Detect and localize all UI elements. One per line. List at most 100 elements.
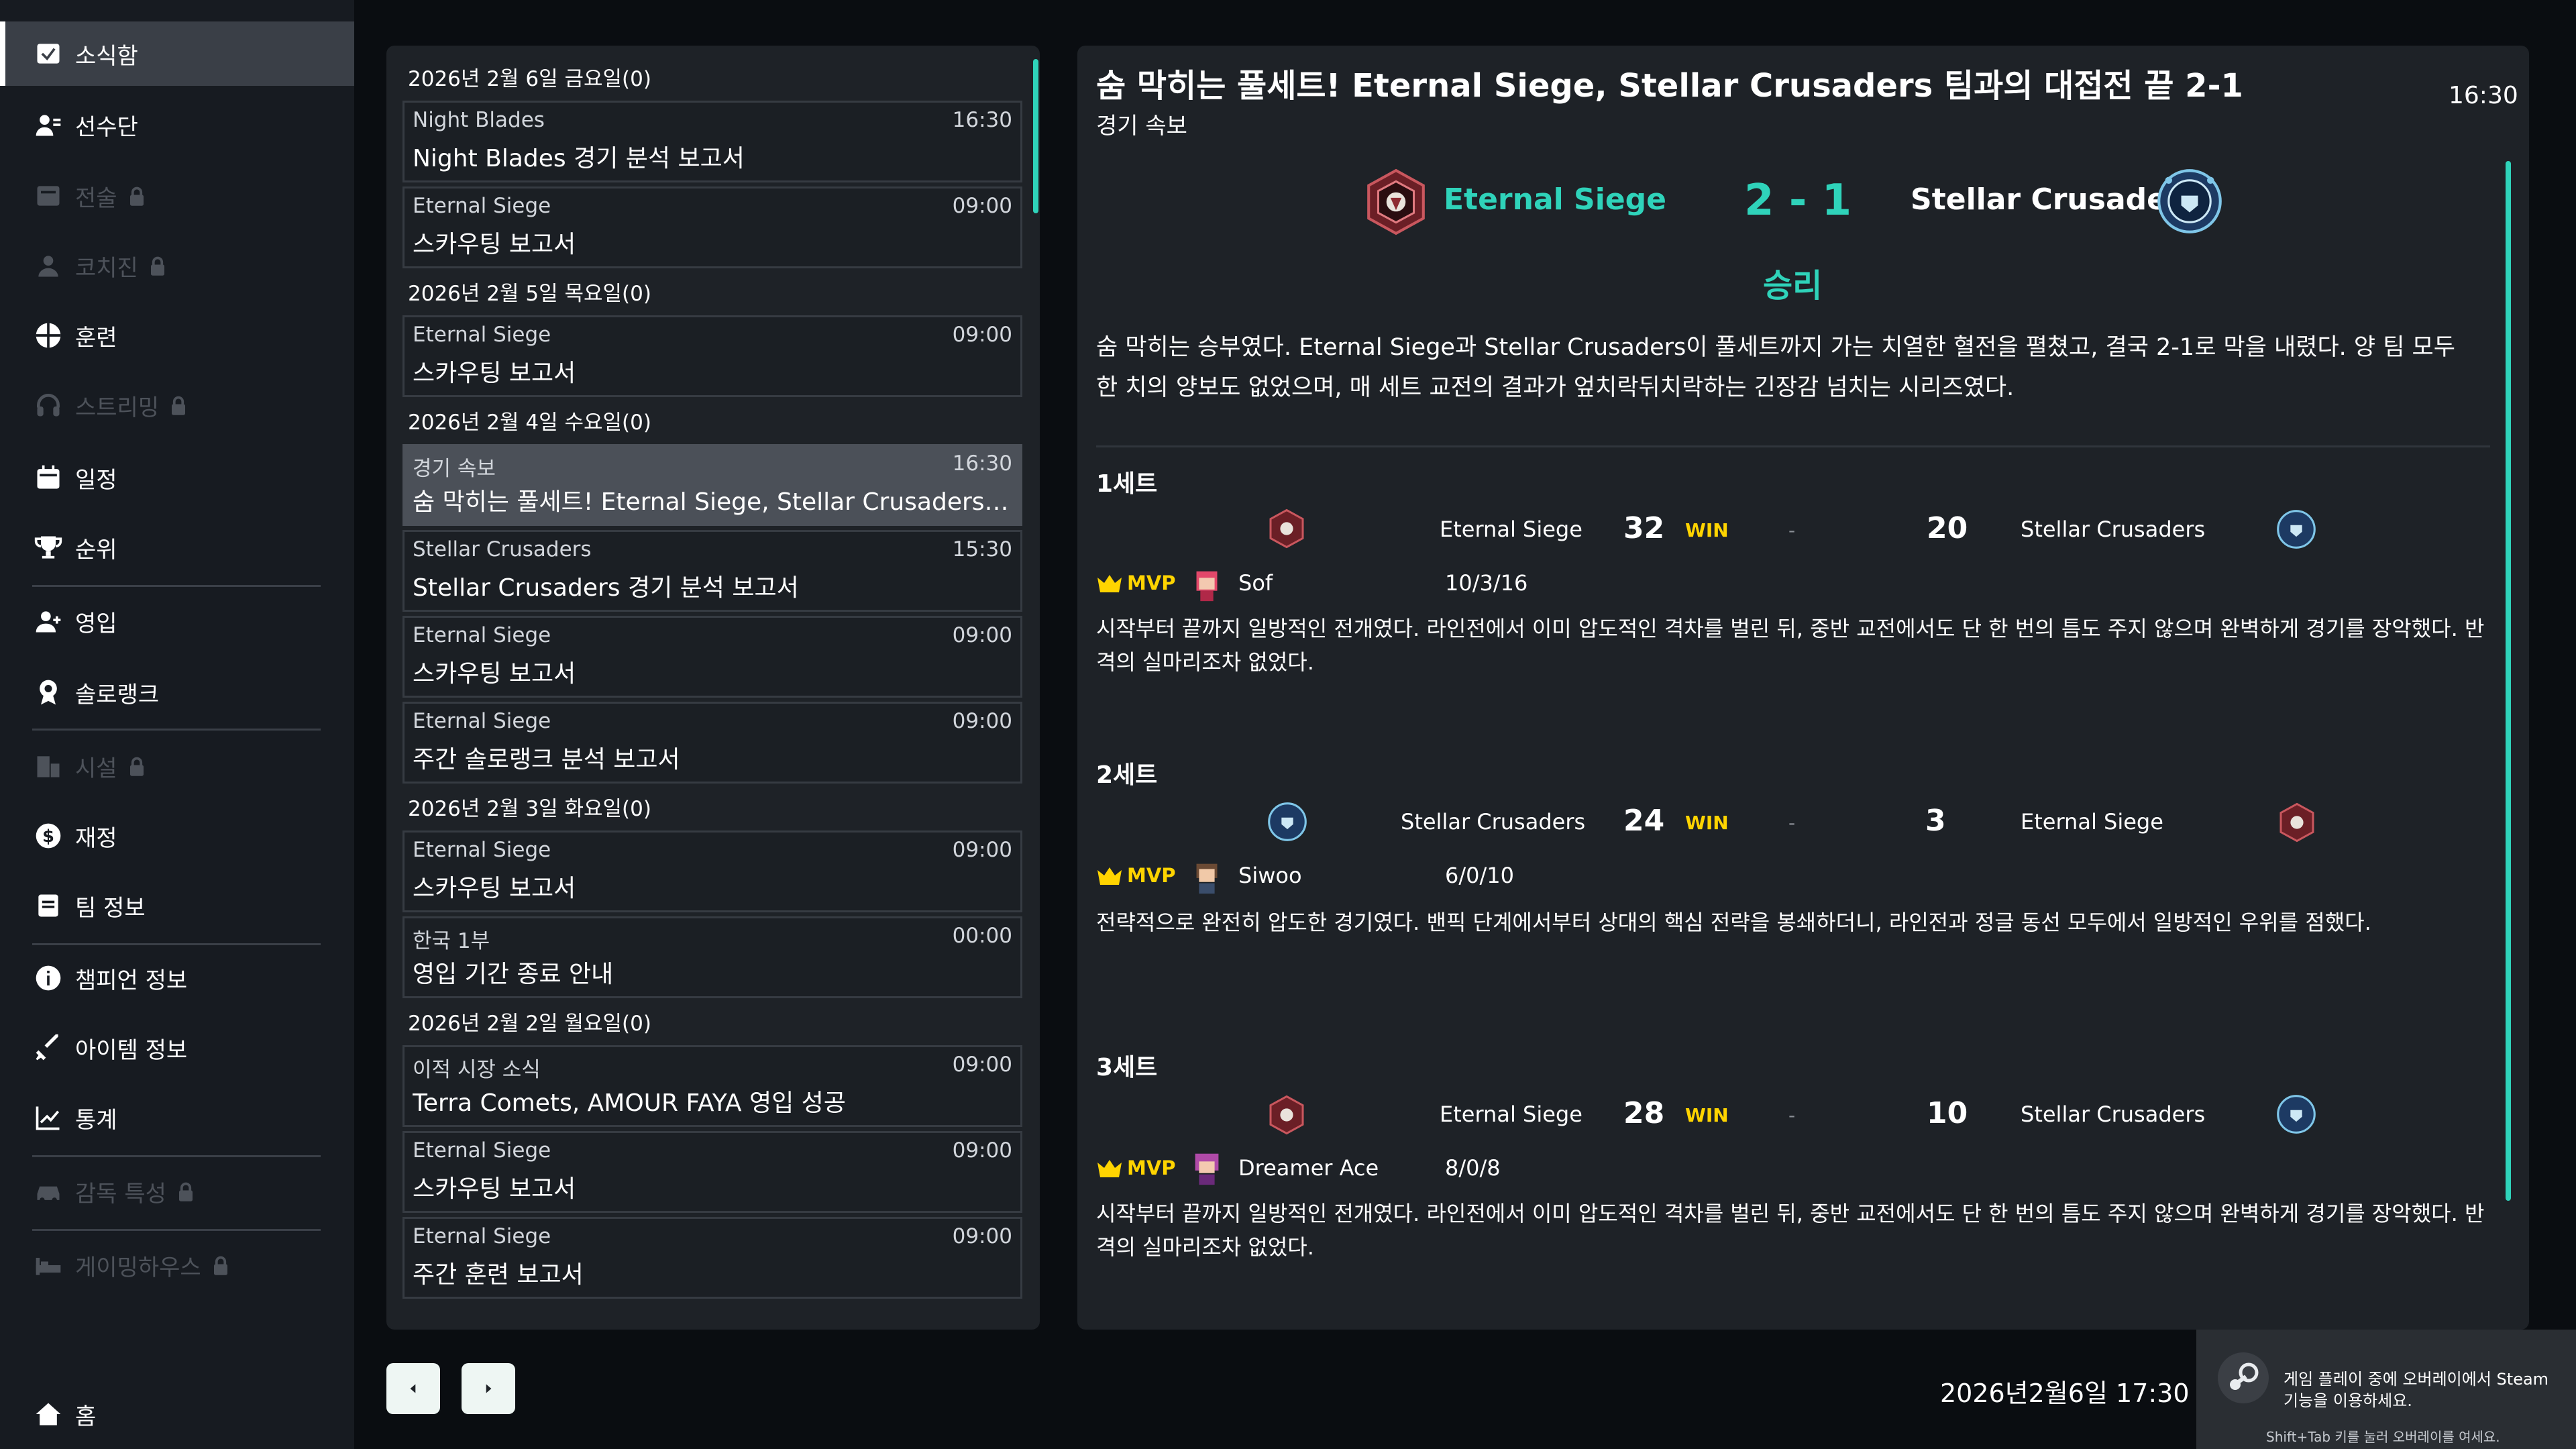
message-sender: Eternal Siege xyxy=(413,623,551,647)
mvp-label: MVP xyxy=(1127,1157,1176,1179)
chart-icon xyxy=(32,1102,64,1134)
sword-icon xyxy=(32,1032,64,1064)
sidebar-item-solorank[interactable]: 솔로랭크 xyxy=(0,660,354,724)
sidebar-item-schedule[interactable]: 일정 xyxy=(0,445,354,510)
message-time: 15:30 xyxy=(952,537,1012,561)
set-left-team: Eternal Siege xyxy=(1440,517,1582,542)
date-header: 2026년 2월 5일 목요일(0) xyxy=(408,281,651,306)
sidebar-item-recruit[interactable]: 영입 xyxy=(0,589,354,653)
money-icon: $ xyxy=(32,820,64,852)
sidebar-item-coaches[interactable]: 코치진 xyxy=(0,233,354,298)
message-item[interactable]: Eternal Siege 09:00 주간 솔로랭크 분석 보고서 xyxy=(402,702,1022,784)
medal-icon xyxy=(32,676,64,708)
crown-icon xyxy=(1097,575,1122,592)
recruit-icon xyxy=(32,605,64,637)
set-label: 1세트 xyxy=(1096,470,1158,498)
player-avatar xyxy=(1196,863,1218,894)
set-right-team: Stellar Crusaders xyxy=(2021,517,2206,542)
set-dash: - xyxy=(1788,812,1796,834)
sidebar-item-label: 아이템 정보 xyxy=(75,1036,188,1064)
sidebar-item-facilities[interactable]: 시설 xyxy=(0,734,354,798)
message-time: 09:00 xyxy=(952,623,1012,647)
message-item-selected[interactable]: 경기 속보 16:30 숨 막히는 풀세트! Eternal Siege, St… xyxy=(402,444,1022,526)
message-item[interactable]: Eternal Siege 09:00 주간 훈련 보고서 xyxy=(402,1217,1022,1299)
detail-scrollbar[interactable] xyxy=(2506,161,2511,1201)
sidebar-item-gaming-house[interactable]: 게이밍하우스 xyxy=(0,1233,354,1297)
sidebar-item-label: 솔로랭크 xyxy=(75,681,160,708)
eternal-siege-logo xyxy=(1269,1095,1304,1135)
sidebar-item-label: 스트리밍 xyxy=(75,394,160,421)
sidebar-divider xyxy=(32,585,321,587)
date-header: 2026년 2월 2일 월요일(0) xyxy=(408,1011,651,1036)
message-item[interactable]: Night Blades 16:30 Night Blades 경기 분석 보고… xyxy=(402,101,1022,182)
set-left-score: 32 xyxy=(1623,511,1665,545)
sidebar-item-label: 코치진 xyxy=(75,254,138,282)
sidebar-item-label: 영입 xyxy=(75,610,117,637)
sidebar-item-manager-traits[interactable]: 감독 특성 xyxy=(0,1159,354,1224)
building-icon xyxy=(32,750,64,782)
message-sender: Eternal Siege xyxy=(413,194,551,218)
message-title: 주간 솔로랭크 분석 보고서 xyxy=(413,746,680,773)
lock-icon xyxy=(212,1255,229,1275)
toast-message: 게임 플레이 중에 오버레이에서 Steam xyxy=(2284,1370,2549,1389)
message-item[interactable]: Eternal Siege 09:00 스카우팅 보고서 xyxy=(402,616,1022,698)
message-sender: 한국 1부 xyxy=(413,929,490,953)
sidebar-item-home[interactable]: 홈 xyxy=(0,1382,354,1446)
message-item[interactable]: Stellar Crusaders 15:30 Stellar Crusader… xyxy=(402,530,1022,612)
sidebar-item-champion-info[interactable]: 챔피언 정보 xyxy=(0,946,354,1010)
message-item[interactable]: Eternal Siege 09:00 스카우팅 보고서 xyxy=(402,315,1022,397)
sidebar-item-streaming[interactable]: 스트리밍 xyxy=(0,373,354,437)
message-item[interactable]: Eternal Siege 09:00 스카우팅 보고서 xyxy=(402,830,1022,912)
mvp-badge: MVP xyxy=(1096,1157,1176,1179)
mvp-player-name: Dreamer Ace xyxy=(1238,1155,1379,1181)
date-header: 2026년 2월 6일 금요일(0) xyxy=(408,66,651,91)
set-left-team: Eternal Siege xyxy=(1440,1102,1582,1127)
set-dash: - xyxy=(1788,1104,1796,1126)
message-sender: Stellar Crusaders xyxy=(413,537,592,561)
coach-icon xyxy=(32,250,64,282)
mvp-label: MVP xyxy=(1127,864,1176,887)
sidebar-item-item-info[interactable]: 아이템 정보 xyxy=(0,1016,354,1080)
sidebar-item-roster[interactable]: 선수단 xyxy=(0,93,354,157)
sidebar-item-tactics[interactable]: 전술 xyxy=(0,164,354,228)
sidebar-item-label: 순위 xyxy=(75,536,117,564)
sidebar-item-standings[interactable]: 순위 xyxy=(0,515,354,580)
set-description: 시작부터 끝까지 일방적인 전개였다. 라인전에서 이미 압도적인 격차를 벌린… xyxy=(1096,616,2485,675)
message-title: Terra Comets, AMOUR FAYA 영입 성공 xyxy=(413,1089,846,1117)
sidebar-item-inbox[interactable]: 소식함 xyxy=(0,21,354,86)
sidebar-item-training[interactable]: 훈련 xyxy=(0,303,354,368)
mvp-kda: 6/0/10 xyxy=(1445,863,1514,888)
set-left-score: 24 xyxy=(1623,804,1665,838)
message-sender: 경기 속보 xyxy=(413,457,496,481)
prev-page-button[interactable] xyxy=(386,1363,440,1414)
message-time: 09:00 xyxy=(952,1224,1012,1248)
sidebar-item-statistics[interactable]: 통계 xyxy=(0,1085,354,1150)
bed-icon xyxy=(32,1249,64,1281)
message-item[interactable]: 이적 시장 소식 09:00 Terra Comets, AMOUR FAYA … xyxy=(402,1045,1022,1127)
mvp-badge: MVP xyxy=(1096,864,1176,887)
sidebar-divider xyxy=(32,729,321,731)
sidebar-item-label: 챔피언 정보 xyxy=(75,967,188,994)
sidebar-divider xyxy=(32,943,321,945)
message-time: 09:00 xyxy=(952,194,1012,218)
sidebar-item-label: 선수단 xyxy=(75,113,138,141)
match-score: 2 - 1 xyxy=(1744,176,1852,225)
message-list-scrollbar[interactable] xyxy=(1033,59,1038,213)
set-left-team: Stellar Crusaders xyxy=(1401,809,1586,835)
message-sender: Eternal Siege xyxy=(413,1224,551,1248)
message-sender: Eternal Siege xyxy=(413,838,551,862)
message-item[interactable]: Eternal Siege 09:00 스카우팅 보고서 xyxy=(402,1131,1022,1213)
message-item[interactable]: Eternal Siege 09:00 스카우팅 보고서 xyxy=(402,186,1022,268)
mvp-kda: 8/0/8 xyxy=(1445,1155,1501,1181)
detail-category: 경기 속보 xyxy=(1096,113,1187,140)
sidebar-item-label: 일정 xyxy=(75,466,117,494)
set-win-badge: WIN xyxy=(1685,519,1729,541)
set-description: 전략적으로 완전히 압도한 경기였다. 밴픽 단계에서부터 상대의 핵심 전략을… xyxy=(1096,910,2371,935)
next-page-button[interactable] xyxy=(462,1363,515,1414)
sidebar-item-finance[interactable]: $ 재정 xyxy=(0,804,354,868)
stellar-crusaders-logo xyxy=(2157,169,2222,233)
sidebar-item-label: 소식함 xyxy=(75,42,138,70)
svg-text:$: $ xyxy=(42,826,54,847)
message-item[interactable]: 한국 1부 00:00 영입 기간 종료 안내 xyxy=(402,916,1022,998)
sidebar-item-team-info[interactable]: 팀 정보 xyxy=(0,873,354,938)
